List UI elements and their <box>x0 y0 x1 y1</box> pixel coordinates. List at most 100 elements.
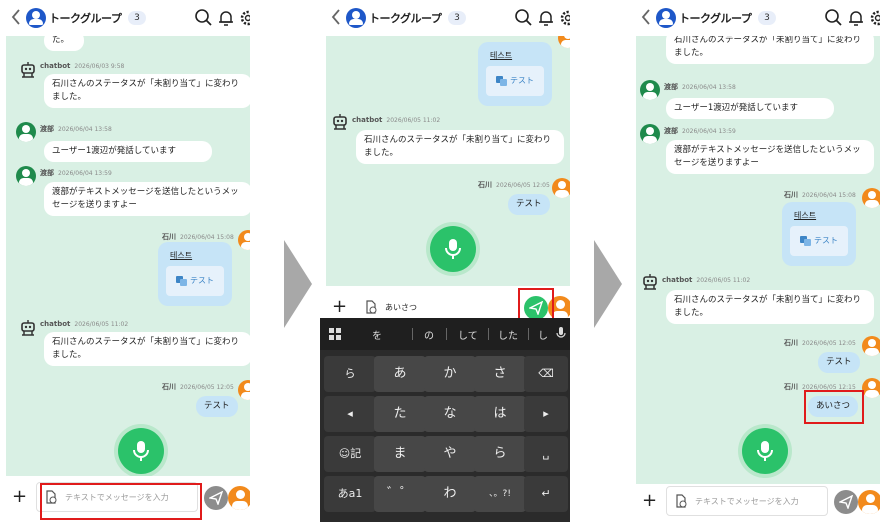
sender-name: 石川 2026/06/05 12:05 <box>478 181 550 189</box>
enter-key[interactable]: ↵ <box>524 476 568 512</box>
my-avatar[interactable] <box>228 486 250 510</box>
timestamp: 2026/06/04 15:08 <box>802 192 856 199</box>
gear-icon[interactable] <box>238 8 250 28</box>
timestamp: 2026/06/04 13:58 <box>58 126 112 133</box>
translate-icon <box>176 276 187 286</box>
back-chevron-icon[interactable] <box>10 8 22 26</box>
suggestion[interactable]: の <box>424 327 434 342</box>
robot-icon <box>21 320 35 336</box>
keyboard-key[interactable]: ま <box>374 436 426 472</box>
voice-input-button[interactable] <box>118 428 164 474</box>
send-button[interactable] <box>834 490 858 514</box>
keyboard-key[interactable]: あa1 <box>324 476 376 512</box>
group-title: トークグループ <box>49 12 122 25</box>
voice-input-button[interactable] <box>430 226 476 272</box>
group-avatar-icon <box>26 8 46 28</box>
space-key[interactable]: ␣ <box>524 436 568 472</box>
back-chevron-icon[interactable] <box>640 8 652 26</box>
avatar <box>862 336 880 356</box>
sender-name: 渡部 2026/06/04 13:58 <box>40 125 112 133</box>
translated-text: テスト <box>814 236 838 245</box>
avatar <box>862 188 880 208</box>
sender-name: 渡部 2026/06/04 13:58 <box>664 83 736 91</box>
bell-icon[interactable] <box>216 8 236 28</box>
keyboard-key[interactable]: ◂ <box>324 396 376 432</box>
keyboard-key[interactable]: ゛゜ <box>374 476 426 512</box>
keyboard-key[interactable]: ☺記 <box>324 436 376 472</box>
suggestion[interactable]: を <box>372 327 382 342</box>
send-button[interactable] <box>204 486 228 510</box>
translation-box: テスト <box>486 66 544 96</box>
search-icon[interactable] <box>824 8 844 28</box>
sender-name: chatbot 2026/06/05 11:02 <box>352 116 441 124</box>
sender-name: 石川 2026/06/04 15:08 <box>784 191 856 199</box>
search-icon[interactable] <box>194 8 214 28</box>
chat-area: 石川さんのステータスが「未割り当て」に変わりました。 渡部 2026/06/04 … <box>636 36 880 484</box>
highlight-box <box>40 483 202 520</box>
timestamp: 2026/06/05 11:02 <box>386 117 441 124</box>
keyboard-key[interactable]: な <box>424 396 476 432</box>
keyboard-key[interactable]: ら <box>324 356 376 392</box>
keyboard-key[interactable]: は <box>474 396 526 432</box>
timestamp: 2026/06/04 15:08 <box>180 234 234 241</box>
bell-icon[interactable] <box>536 8 556 28</box>
bell-icon[interactable] <box>846 8 866 28</box>
backspace-key[interactable]: ⌫ <box>524 356 568 392</box>
voice-input-button[interactable] <box>742 428 788 474</box>
keyboard-key[interactable]: ▸ <box>524 396 568 432</box>
timestamp: 2026/06/05 12:05 <box>496 182 550 189</box>
keyboard-key[interactable]: た <box>374 396 426 432</box>
search-icon[interactable] <box>514 8 534 28</box>
add-button[interactable]: + <box>12 486 28 507</box>
add-button[interactable]: + <box>332 296 348 317</box>
keyboard-key[interactable]: 、。?! <box>474 476 526 512</box>
member-count-badge: 3 <box>448 11 466 25</box>
message-bubble: 石川さんのステータスが「未割り当て」に変わりました。 <box>44 332 250 366</box>
keyboard-key[interactable]: さ <box>474 356 526 392</box>
attach-file-icon[interactable] <box>674 494 688 508</box>
gear-icon[interactable] <box>558 8 570 28</box>
keyboard-key[interactable]: ら <box>474 436 526 472</box>
avatar <box>16 122 36 142</box>
group-avatar-icon <box>656 8 676 28</box>
group-avatar-icon <box>346 8 366 28</box>
member-count-badge: 3 <box>758 11 776 25</box>
message-bubble: ユーザー1渡辺が発話しています <box>44 141 212 162</box>
back-chevron-icon[interactable] <box>330 8 342 26</box>
avatar <box>862 378 880 398</box>
keyboard-key[interactable]: か <box>424 356 476 392</box>
grid-icon[interactable] <box>328 327 342 341</box>
chat-header: トークグループ 3 <box>630 0 880 36</box>
chat-header: トークグループ 3 <box>320 0 570 36</box>
message-bubble: 石川さんのステータスが「未割り当て」に変わりました。 <box>356 130 564 164</box>
robot-icon <box>643 274 657 290</box>
add-button[interactable]: + <box>642 490 658 511</box>
screen-after: トークグループ 3 石川さんのステータスが「未割り当て」に変わりました。 渡部 2… <box>630 0 880 522</box>
timestamp: 2026/06/04 13:59 <box>682 128 736 135</box>
avatar <box>558 36 570 48</box>
keyboard-key[interactable]: や <box>424 436 476 472</box>
my-message-bubble: テスト <box>196 396 238 417</box>
my-message-bubble: テスト <box>508 194 550 215</box>
microphone-icon <box>445 239 461 259</box>
message-bubble: ユーザー1渡辺が発話しています <box>666 98 834 119</box>
keyboard-key[interactable]: あ <box>374 356 426 392</box>
attach-file-icon[interactable] <box>364 300 378 314</box>
message-input[interactable] <box>666 486 828 516</box>
avatar <box>640 80 660 100</box>
message-composer: + <box>0 476 250 520</box>
translated-message: 테스트 テスト <box>158 242 232 306</box>
microphone-icon[interactable] <box>556 326 566 342</box>
gear-icon[interactable] <box>868 8 880 28</box>
robot-icon <box>21 62 35 78</box>
my-avatar[interactable] <box>858 490 880 514</box>
suggestion[interactable]: して <box>458 327 478 342</box>
suggestion[interactable]: した <box>498 327 518 342</box>
avatar <box>16 166 36 186</box>
screen-before: トークグループ 3 た。 chatbot 2026/06/03 9:58 石川さん… <box>0 0 250 522</box>
timestamp: 2026/06/05 11:02 <box>696 277 751 284</box>
suggestion[interactable]: し <box>538 327 548 342</box>
keyboard-key[interactable]: わ <box>424 476 476 512</box>
microphone-icon <box>133 441 149 461</box>
translated-message: 테스트 テスト <box>782 202 856 266</box>
